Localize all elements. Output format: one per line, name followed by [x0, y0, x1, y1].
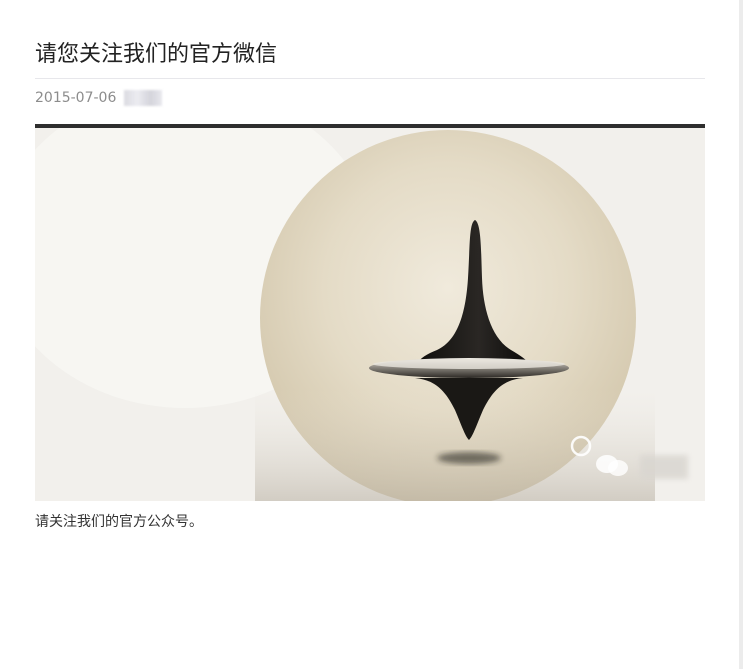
account-name-link[interactable]: [124, 90, 163, 106]
article-meta: 2015-07-06: [35, 88, 705, 108]
scrollbar-track[interactable]: [739, 0, 743, 669]
article-title: 请您关注我们的官方微信: [35, 42, 278, 67]
spinning-top-image: [35, 128, 705, 501]
title-divider: [35, 78, 705, 79]
article-caption: 请关注我们的官方公众号。: [35, 514, 203, 530]
article-cover-image: [35, 124, 705, 501]
publish-date: 2015-07-06: [35, 90, 117, 106]
article-container: 请您关注我们的官方微信 2015-07-06 请关注我们的官方公众号。: [35, 0, 705, 547]
article-page: 请您关注我们的官方微信 2015-07-06 请关注我们的官方公众号。: [0, 0, 743, 669]
